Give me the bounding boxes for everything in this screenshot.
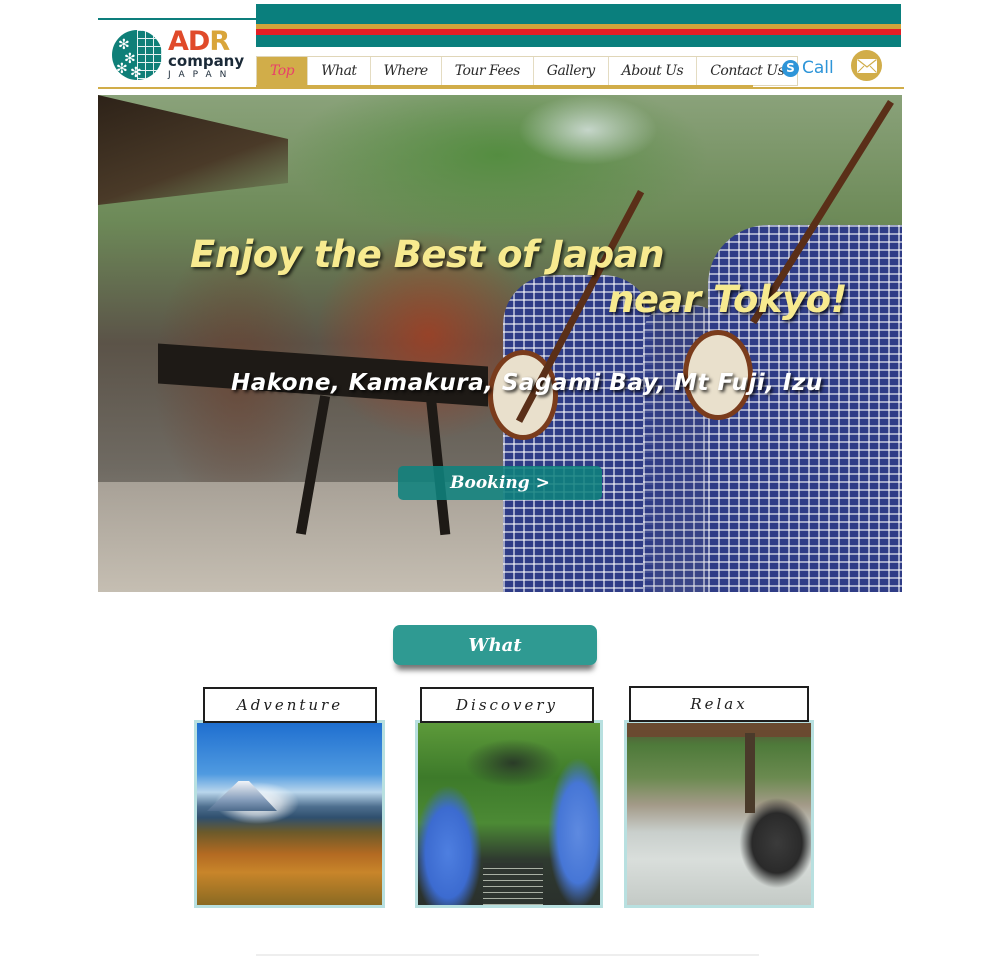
shrine-roof-image <box>98 95 288 205</box>
skype-call-button[interactable]: S Call <box>782 58 834 78</box>
header-color-stripes <box>256 4 901 47</box>
discovery-photo[interactable] <box>415 720 603 908</box>
call-label: Call <box>802 58 834 78</box>
section-divider <box>256 954 759 956</box>
hero-banner: Enjoy the Best of Japan near Tokyo! Hako… <box>98 95 902 592</box>
nav-item-gallery[interactable]: Gallery <box>533 57 609 85</box>
sky-patch <box>518 95 658 165</box>
booking-button[interactable]: Booking > <box>398 466 602 500</box>
logo-company: company <box>168 52 245 70</box>
maple-globe-icon: ✻ ✻ ✻ ✻ <box>112 30 162 80</box>
envelope-icon <box>856 58 877 73</box>
nav-item-tour-fees[interactable]: Tour Fees <box>441 57 534 85</box>
wooden-post <box>745 733 755 813</box>
email-button[interactable] <box>851 50 882 81</box>
card-label: Adventure <box>203 687 377 723</box>
mt-fuji-shape <box>207 781 277 811</box>
card-label: Relax <box>629 686 809 722</box>
what-section-button[interactable]: What <box>393 625 597 665</box>
adventure-photo[interactable] <box>194 720 385 908</box>
hero-title-line2: near Tokyo! <box>608 278 847 321</box>
company-logo[interactable]: ✻ ✻ ✻ ✻ ADR company JAPAN <box>112 28 245 81</box>
logo-country: JAPAN <box>168 70 235 80</box>
stone-steps-shape <box>483 863 543 905</box>
nav-item-top[interactable]: Top <box>257 57 309 85</box>
skype-icon: S <box>782 59 799 77</box>
nav-item-what[interactable]: What <box>308 57 371 85</box>
page: ✻ ✻ ✻ ✻ ADR company JAPAN Top What Where… <box>0 0 1000 969</box>
logo-top-rule <box>98 18 258 20</box>
main-nav: Top What Where Tour Fees Gallery About U… <box>256 56 799 86</box>
logo-wordmark: ADR company JAPAN <box>168 28 245 81</box>
card-label: Discovery <box>420 687 594 723</box>
nav-item-about-us[interactable]: About Us <box>608 57 698 85</box>
header-divider <box>98 87 904 89</box>
roof-beam <box>627 723 811 737</box>
hero-title-line1: Enjoy the Best of Japan <box>190 233 665 276</box>
nav-item-where[interactable]: Where <box>370 57 442 85</box>
hero-subtitle: Hakone, Kamakura, Sagami Bay, Mt Fuji, I… <box>231 370 823 396</box>
relax-photo[interactable] <box>624 720 814 908</box>
